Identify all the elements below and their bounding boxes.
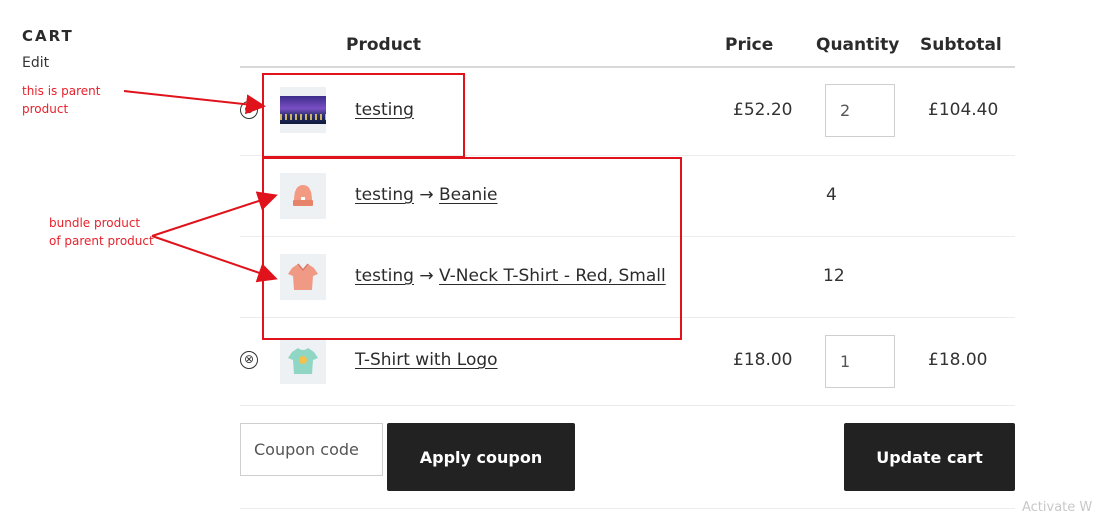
annotation-arrows (123, 90, 278, 283)
activation-watermark: Activate W (1022, 500, 1093, 514)
